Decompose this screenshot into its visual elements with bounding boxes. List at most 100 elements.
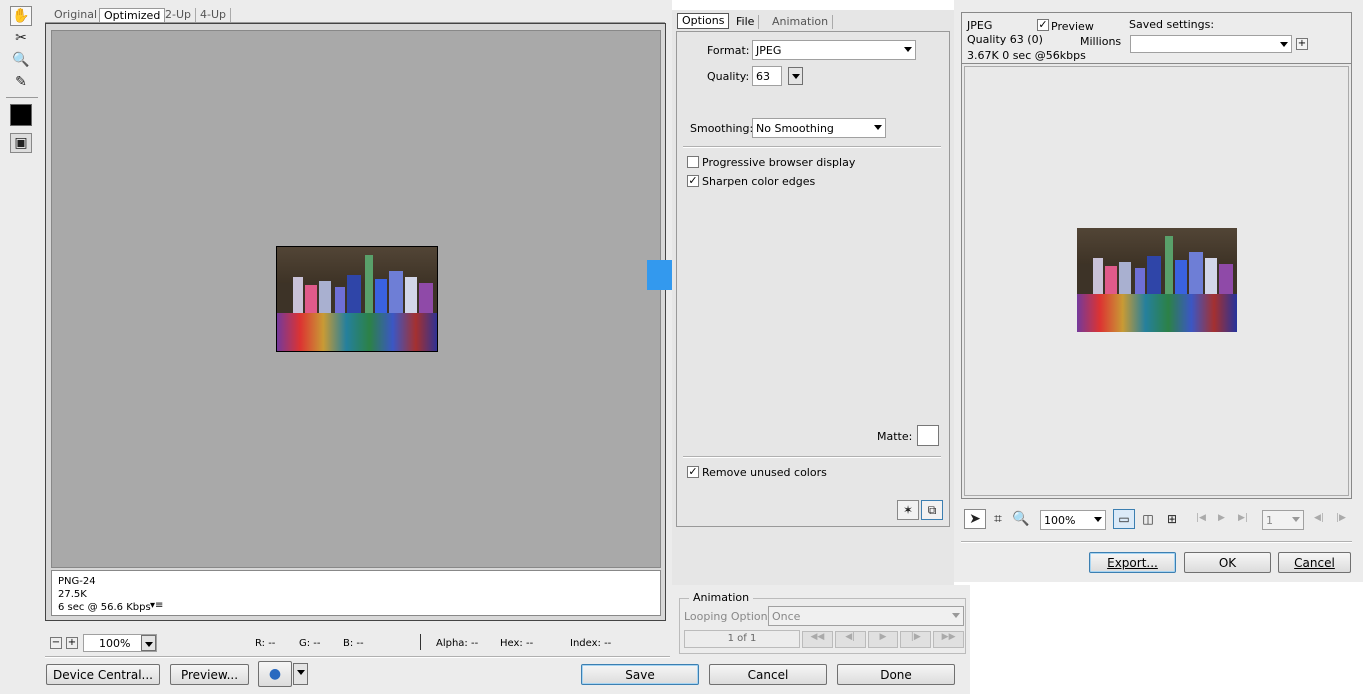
first-frame-icon[interactable]: ◀◀ bbox=[802, 631, 833, 648]
single-view-icon[interactable]: ▭ bbox=[1113, 509, 1135, 529]
readout-b: B: -- bbox=[343, 638, 364, 649]
matte-label: Matte: bbox=[877, 430, 913, 443]
right-cancel-button[interactable]: Cancel bbox=[1278, 552, 1351, 573]
toggle-slices-icon[interactable]: ▣ bbox=[10, 133, 32, 153]
slice-select-tool-icon[interactable]: ✂ bbox=[10, 28, 32, 48]
frame-counter-box: 1 of 1 bbox=[684, 630, 800, 648]
looping-label: Looping Options: bbox=[684, 610, 778, 623]
smoothing-value: No Smoothing bbox=[756, 121, 834, 135]
looping-select[interactable]: Once bbox=[768, 606, 964, 626]
right-last-frame-icon[interactable]: ▶| bbox=[1238, 513, 1248, 523]
four-up-view-icon[interactable]: ⊞ bbox=[1161, 509, 1183, 529]
eyedropper-color-swatch[interactable] bbox=[10, 104, 32, 126]
info-time: 6 sec @ 56.6 Kbps bbox=[58, 602, 151, 613]
browser-globe-icon: ● bbox=[268, 666, 282, 682]
status-separator bbox=[45, 656, 670, 658]
matte-swatch[interactable] bbox=[917, 425, 939, 446]
zoom-in-button[interactable]: + bbox=[66, 637, 78, 649]
right-info-size-time: 3.67K 0 sec @56kbps bbox=[967, 49, 1086, 62]
right-prev-icon[interactable]: ◀| bbox=[1314, 513, 1324, 523]
progressive-label: Progressive browser display bbox=[702, 156, 856, 169]
right-zoom-icon[interactable]: 🔍 bbox=[1010, 509, 1032, 529]
right-frame-field[interactable]: 1 bbox=[1262, 510, 1304, 530]
info-format: PNG-24 bbox=[58, 576, 96, 587]
left-zoom-select[interactable]: 100% bbox=[83, 634, 157, 652]
options-separator-1 bbox=[683, 146, 941, 148]
right-play-icon[interactable]: ▶ bbox=[1218, 513, 1225, 523]
prev-frame-icon[interactable]: ◀| bbox=[834, 631, 866, 648]
smoothing-label: Smoothing: bbox=[690, 122, 754, 135]
right-frame-value: 1 bbox=[1266, 513, 1273, 527]
progressive-checkbox[interactable] bbox=[687, 156, 699, 168]
quality-slider-button[interactable] bbox=[788, 67, 803, 85]
options-separator-2 bbox=[683, 456, 941, 458]
cancel-button[interactable]: Cancel bbox=[709, 664, 827, 685]
device-central-button[interactable]: Device Central... bbox=[46, 664, 160, 685]
browser-preview-button[interactable]: ● bbox=[258, 661, 292, 687]
options-content: Format: JPEG Quality: 63 Smoothing: No S… bbox=[676, 31, 950, 527]
readout-index: Index: -- bbox=[570, 638, 612, 649]
tab-animation[interactable]: Animation bbox=[768, 15, 834, 29]
remove-unused-label: Remove unused colors bbox=[702, 466, 827, 479]
info-size: 27.5K bbox=[58, 589, 87, 600]
next-frame-icon[interactable]: |▶ bbox=[900, 631, 932, 648]
right-info-quality: Quality 63 (0) bbox=[967, 33, 1043, 46]
tab-options[interactable]: Options bbox=[677, 13, 730, 29]
zoom-tool-icon[interactable]: 🔍 bbox=[10, 50, 32, 70]
millions-label: Millions bbox=[1080, 35, 1122, 48]
right-info-header: JPEG Quality 63 (0) 3.67K 0 sec @56kbps … bbox=[962, 13, 1351, 64]
tab-optimized[interactable]: Optimized bbox=[99, 8, 166, 22]
tool-divider bbox=[6, 97, 38, 98]
select-arrow-icon[interactable]: ➤ bbox=[964, 509, 986, 529]
right-zoom-select[interactable]: 100% bbox=[1040, 510, 1106, 530]
remove-unused-checkbox[interactable]: ✓ bbox=[687, 466, 699, 478]
tab-4up[interactable]: 4-Up bbox=[196, 8, 232, 22]
sharpen-checkbox[interactable]: ✓ bbox=[687, 175, 699, 187]
preview-label: Preview bbox=[1051, 20, 1094, 33]
info-menu-icon[interactable]: ▾≡ bbox=[150, 600, 163, 611]
add-setting-button[interactable]: + bbox=[1296, 38, 1308, 50]
preview-image bbox=[1077, 228, 1237, 332]
quality-value: 63 bbox=[756, 69, 770, 83]
tab-file[interactable]: File bbox=[732, 15, 760, 29]
left-zoom-value: 100% bbox=[99, 636, 131, 650]
sharpen-label: Sharpen color edges bbox=[702, 175, 816, 188]
readout-divider bbox=[420, 634, 421, 650]
tab-original[interactable]: Original bbox=[50, 8, 103, 22]
right-info-format: JPEG bbox=[967, 19, 993, 32]
crop-icon[interactable]: ⌗ bbox=[987, 509, 1009, 529]
format-select[interactable]: JPEG bbox=[752, 40, 916, 60]
view-tabs: Original Optimized 2-Up 4-Up bbox=[45, 7, 665, 23]
hand-tool-icon[interactable]: ✋ bbox=[10, 6, 32, 26]
quality-field[interactable]: 63 bbox=[752, 66, 782, 86]
save-button[interactable]: Save bbox=[581, 664, 699, 685]
done-button[interactable]: Done bbox=[837, 664, 955, 685]
zoom-out-button[interactable]: − bbox=[50, 637, 62, 649]
readout-g: G: -- bbox=[299, 638, 321, 649]
optimize-wand-icon[interactable]: ✶ bbox=[897, 500, 919, 520]
preview-checkbox[interactable]: ✓ bbox=[1037, 19, 1049, 31]
format-value: JPEG bbox=[756, 43, 782, 57]
tab-2up[interactable]: 2-Up bbox=[161, 8, 197, 22]
quality-label: Quality: bbox=[707, 70, 750, 83]
smoothing-select[interactable]: No Smoothing bbox=[752, 118, 886, 138]
right-cancel-label: Cancel bbox=[1294, 555, 1335, 570]
right-first-frame-icon[interactable]: |◀ bbox=[1196, 513, 1206, 523]
eyedropper-tool-icon[interactable]: ✎ bbox=[10, 72, 32, 92]
frame-counter: 1 of 1 bbox=[727, 633, 757, 644]
animation-controls: ◀◀ ◀| ▶ |▶ ▶▶ bbox=[802, 631, 964, 648]
readout-hex: Hex: -- bbox=[500, 638, 534, 649]
browser-menu-button[interactable] bbox=[293, 663, 308, 685]
ok-button[interactable]: OK bbox=[1184, 552, 1271, 573]
color-picker-icon[interactable]: ⧉ bbox=[921, 500, 943, 520]
export-button[interactable]: Export... bbox=[1089, 552, 1176, 573]
play-icon[interactable]: ▶ bbox=[867, 631, 899, 648]
right-next-icon[interactable]: |▶ bbox=[1336, 513, 1346, 523]
two-up-view-icon[interactable]: ◫ bbox=[1137, 509, 1159, 529]
preview-button[interactable]: Preview... bbox=[170, 664, 249, 685]
looping-value: Once bbox=[772, 609, 801, 623]
right-zoom-value: 100% bbox=[1044, 513, 1076, 527]
saved-settings-select[interactable] bbox=[1130, 35, 1292, 53]
options-tab-bar: Options File Animation bbox=[674, 12, 950, 31]
last-frame-icon[interactable]: ▶▶ bbox=[933, 631, 964, 648]
